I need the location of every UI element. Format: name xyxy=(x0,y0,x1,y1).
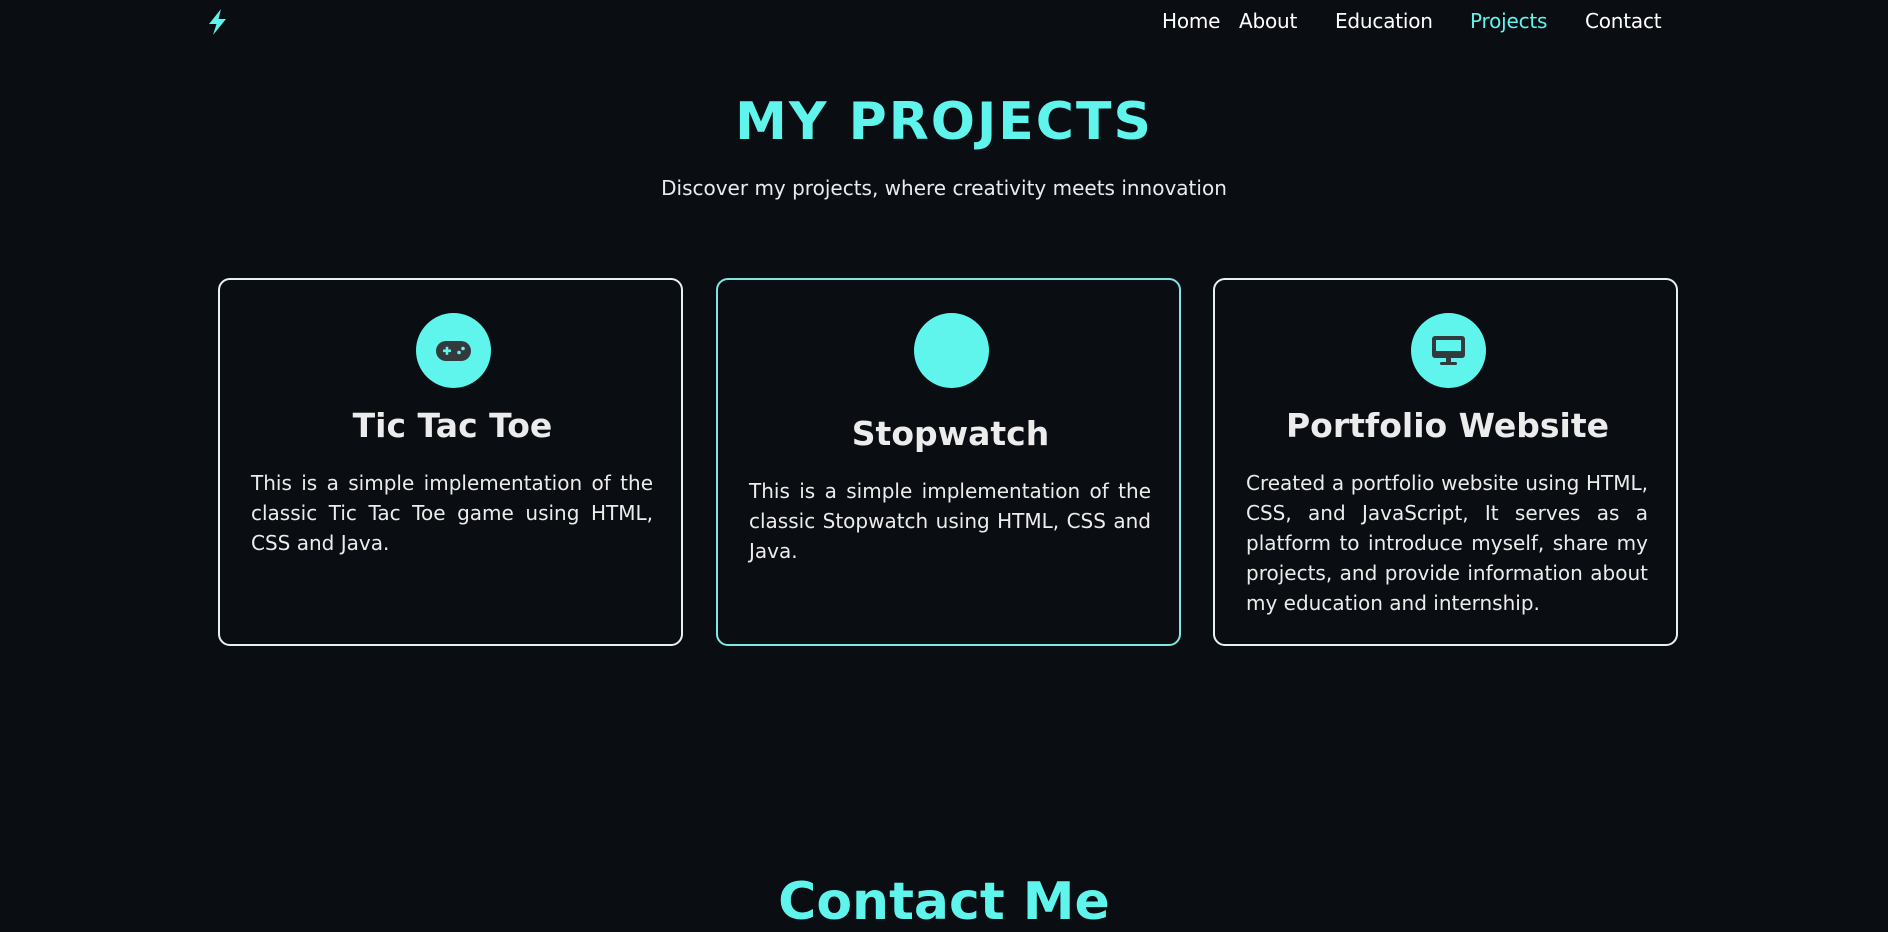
nav-link-contact[interactable]: Contact xyxy=(1585,8,1662,34)
project-card-tic-tac-toe[interactable]: Tic Tac Toe This is a simple implementat… xyxy=(218,278,683,646)
gamepad-icon xyxy=(416,313,491,388)
stopwatch-icon xyxy=(914,313,989,388)
nav-link-projects[interactable]: Projects xyxy=(1470,8,1547,34)
nav-link-education[interactable]: Education xyxy=(1335,8,1433,34)
top-navigation: Home About Education Projects Contact xyxy=(0,0,1888,42)
desktop-monitor-icon xyxy=(1411,313,1486,388)
card-description: This is a simple implementation of the c… xyxy=(749,479,1151,563)
contact-heading: Contact Me xyxy=(778,872,1110,932)
nav-link-home[interactable]: Home xyxy=(1162,8,1220,34)
nav-link-about[interactable]: About xyxy=(1239,8,1297,34)
project-card-stopwatch[interactable]: Stopwatch This is a simple implementatio… xyxy=(716,278,1181,646)
page-subtitle: Discover my projects, where creativity m… xyxy=(661,176,1227,200)
card-description: This is a simple implementation of the c… xyxy=(251,471,653,555)
lightning-bolt-icon[interactable] xyxy=(205,8,231,36)
project-card-portfolio-website[interactable]: Portfolio Website Created a portfolio we… xyxy=(1213,278,1678,646)
card-description: Created a portfolio website using HTML, … xyxy=(1246,471,1648,615)
card-title: Stopwatch xyxy=(851,414,1050,453)
card-title: Tic Tac Toe xyxy=(352,406,553,445)
card-title: Portfolio Website xyxy=(1285,406,1610,445)
page-title: MY PROJECTS xyxy=(735,92,1153,152)
